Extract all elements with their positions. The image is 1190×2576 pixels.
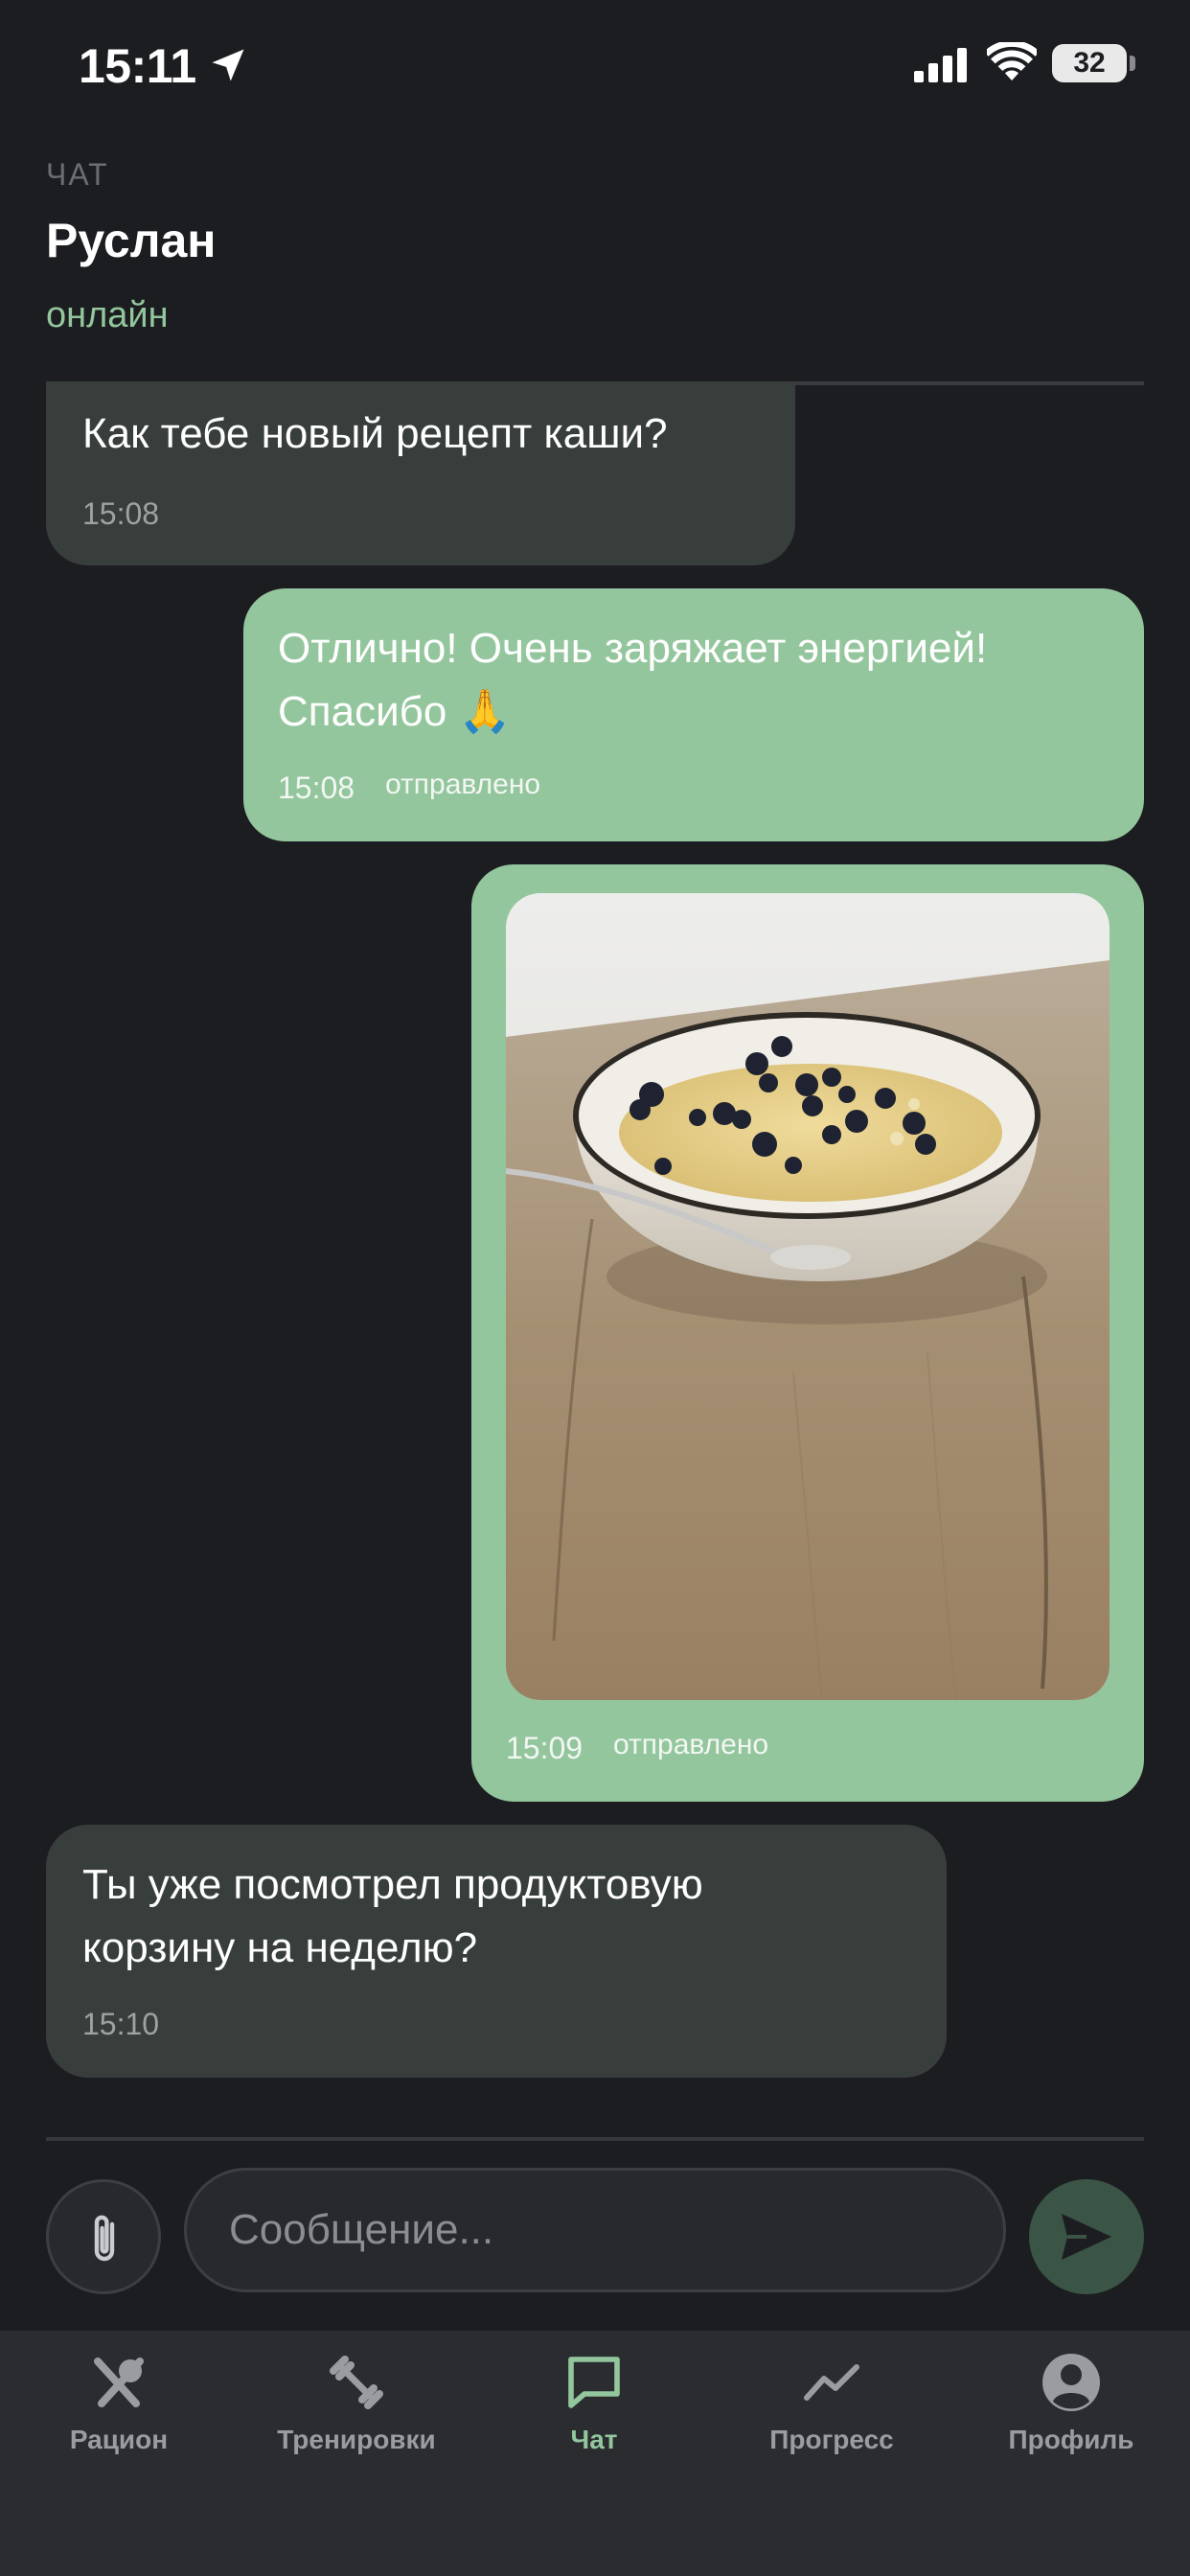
send-button[interactable] (1029, 2179, 1144, 2294)
message-text-line-2: Спасибо 🙏 (278, 688, 512, 735)
message-delivery-status: отправлено (613, 1729, 769, 1760)
tab-ration[interactable]: Рацион (23, 2331, 215, 2474)
porridge-bowl-image (506, 893, 1110, 1700)
battery-cap (1130, 56, 1135, 71)
cellular-signal-icon (914, 48, 967, 82)
message-time: 15:10 (82, 2007, 160, 2041)
paperclip-icon (94, 2215, 115, 2262)
message-text-line-1: Ты уже посмотрел продуктовую (82, 1861, 703, 1908)
tab-progress[interactable]: Прогресс (736, 2331, 927, 2474)
message-input[interactable] (184, 2168, 1006, 2292)
tab-chat[interactable]: Чат (498, 2331, 690, 2474)
tab-label: Чат (570, 2425, 618, 2454)
send-icon (1062, 2214, 1111, 2260)
battery-level: 32 (1073, 47, 1106, 79)
dumbbell-icon (330, 2356, 383, 2409)
chat-icon (568, 2357, 620, 2408)
profile-icon (1042, 2354, 1100, 2411)
contact-status: онлайн (46, 295, 169, 335)
tab-label: Тренировки (277, 2425, 436, 2454)
message-text-line-1: Отлично! Очень заряжает энергией! (278, 625, 988, 672)
status-bar: 15:11 32 (0, 0, 1190, 134)
message-incoming[interactable]: Ты уже посмотрел продуктовую корзину на … (46, 1825, 947, 2078)
composer-divider (46, 2137, 1144, 2141)
utensils-icon (94, 2358, 144, 2407)
tab-profile[interactable]: Профиль (975, 2331, 1167, 2474)
battery-indicator: 32 (1052, 44, 1127, 82)
message-outgoing-image[interactable]: 15:09 отправлено (471, 864, 1144, 1802)
status-time: 15:11 (79, 39, 196, 93)
attach-button[interactable] (46, 2179, 161, 2294)
contact-name[interactable]: Руслан (46, 213, 217, 268)
message-delivery-status: отправлено (385, 769, 541, 800)
screen-caption: ЧАТ (46, 157, 109, 192)
message-time: 15:09 (506, 1731, 584, 1765)
message-time: 15:08 (82, 496, 160, 531)
wifi-icon (987, 42, 1037, 80)
message-text: Как тебе новый рецепт каши? (82, 410, 668, 457)
message-incoming[interactable]: Как тебе новый рецепт каши? 15:08 (46, 381, 795, 565)
tab-label: Рацион (69, 2425, 169, 2454)
tab-label: Прогресс (769, 2425, 894, 2454)
tab-label: Профиль (1008, 2425, 1134, 2454)
trend-icon (804, 2364, 859, 2401)
chat-screen: 15:11 32 ЧАТ Руслан онлайн Как тебе новы… (0, 0, 1190, 2576)
message-outgoing[interactable]: Отлично! Очень заряжает энергией! Спасиб… (243, 588, 1144, 841)
location-arrow-icon (212, 49, 244, 81)
porridge-photo[interactable] (506, 893, 1110, 1700)
tab-workouts[interactable]: Тренировки (261, 2331, 452, 2474)
message-time: 15:08 (278, 770, 355, 805)
message-text-line-2: корзину на неделю? (82, 1924, 478, 1971)
